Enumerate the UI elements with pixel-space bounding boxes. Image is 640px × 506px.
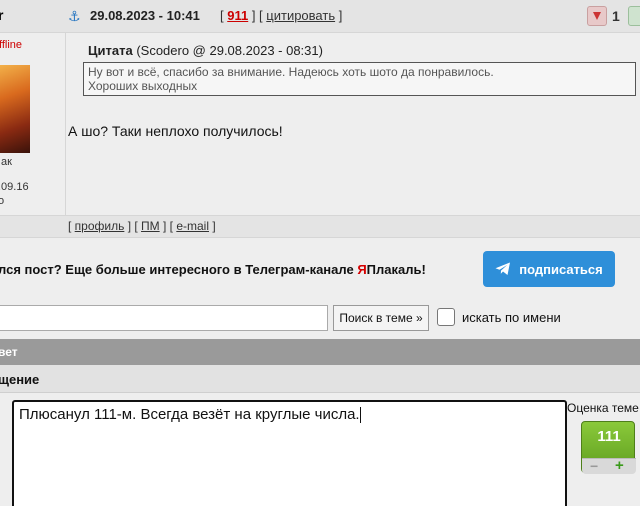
topic-rating-value: 111 bbox=[597, 428, 621, 445]
author-rank: ıак bbox=[0, 156, 12, 168]
registration-mark: о bbox=[0, 195, 5, 207]
post-footer: [ профиль ] [ ПМ ] [ e-mail ] bbox=[0, 215, 640, 237]
topic-search: Поиск в теме » искать по имени bbox=[0, 299, 640, 339]
promo-text: лся пост? Еще больше интересного в Телег… bbox=[0, 262, 426, 277]
search-by-name-label[interactable]: искать по имени bbox=[462, 310, 561, 325]
quote-line: Ну вот и всё, спасибо за внимание. Надею… bbox=[88, 65, 494, 79]
search-in-topic-button[interactable]: Поиск в теме » bbox=[333, 305, 429, 331]
rating-controls: − + bbox=[582, 457, 636, 474]
vote-up-icon[interactable] bbox=[628, 6, 640, 26]
brand-ya: Я bbox=[357, 262, 367, 277]
email-link[interactable]: e-mail bbox=[176, 219, 209, 233]
brand-rest: Плакаль! bbox=[366, 262, 426, 277]
reply-title: вет bbox=[0, 345, 18, 359]
topic-rating: 111 − + bbox=[581, 421, 636, 474]
reply-area: Плюсанул 111-м. Всегда везёт на круглые … bbox=[0, 393, 640, 506]
author-sidebar: ffline ıак .09.16 о bbox=[0, 33, 66, 215]
vote-down-icon[interactable] bbox=[587, 6, 607, 26]
quote-meta: (Scodero @ 29.08.2023 - 08:31) bbox=[136, 43, 323, 58]
footer-links: [ профиль ] [ ПМ ] [ e-mail ] bbox=[68, 219, 216, 233]
forum-post: r ⚓ 29.08.2023 - 10:41 [ 911 ] [ цитиров… bbox=[0, 0, 640, 237]
quote-heading: Цитата bbox=[88, 43, 133, 58]
subscribe-label: подписаться bbox=[519, 261, 603, 277]
search-by-name-checkbox[interactable] bbox=[437, 308, 455, 326]
pm-link[interactable]: ПМ bbox=[141, 219, 160, 233]
rating-label: Оценка теме bbox=[567, 401, 639, 415]
quote-box: Ну вот и всё, спасибо за внимание. Надею… bbox=[83, 62, 636, 96]
reply-textarea[interactable]: Плюсанул 111-м. Всегда везёт на круглые … bbox=[12, 400, 567, 506]
registration-date: .09.16 bbox=[0, 181, 29, 193]
post-rating-count: 1 bbox=[612, 8, 620, 24]
rating-plus-icon[interactable]: + bbox=[615, 457, 624, 474]
quote-link[interactable]: цитировать bbox=[266, 8, 335, 23]
anchor-icon[interactable]: ⚓ bbox=[68, 8, 81, 25]
telegram-icon bbox=[495, 262, 511, 275]
reply-header: вет bbox=[0, 339, 640, 365]
author-name[interactable]: r bbox=[0, 7, 3, 23]
quote-line: Хороших выходных bbox=[88, 79, 198, 93]
profile-link[interactable]: профиль bbox=[75, 219, 125, 233]
post-date: 29.08.2023 - 10:41 bbox=[90, 8, 200, 23]
online-status: ffline bbox=[0, 39, 23, 51]
search-input[interactable] bbox=[0, 305, 328, 331]
message-label: щение bbox=[0, 372, 40, 387]
rating-minus-icon[interactable]: − bbox=[590, 458, 598, 474]
promo-text-main: лся пост? Еще больше интересного в Телег… bbox=[0, 262, 358, 277]
subscribe-button[interactable]: подписаться bbox=[483, 251, 615, 287]
text-caret bbox=[359, 407, 361, 424]
avatar[interactable] bbox=[0, 65, 30, 153]
post-header: r ⚓ 29.08.2023 - 10:41 [ 911 ] [ цитиров… bbox=[0, 0, 640, 33]
post-number-link[interactable]: 911 bbox=[227, 8, 248, 23]
quote-title: Цитата (Scodero @ 29.08.2023 - 08:31) bbox=[88, 43, 323, 58]
reply-text: Плюсанул 111-м. Всегда везёт на круглые … bbox=[19, 406, 360, 423]
post-body: А шо? Таки неплохо получилось! bbox=[68, 123, 283, 139]
telegram-promo: лся пост? Еще больше интересного в Телег… bbox=[0, 237, 640, 299]
post-links: [ 911 ] [ цитировать ] bbox=[220, 8, 343, 23]
message-label-row: щение bbox=[0, 365, 640, 393]
